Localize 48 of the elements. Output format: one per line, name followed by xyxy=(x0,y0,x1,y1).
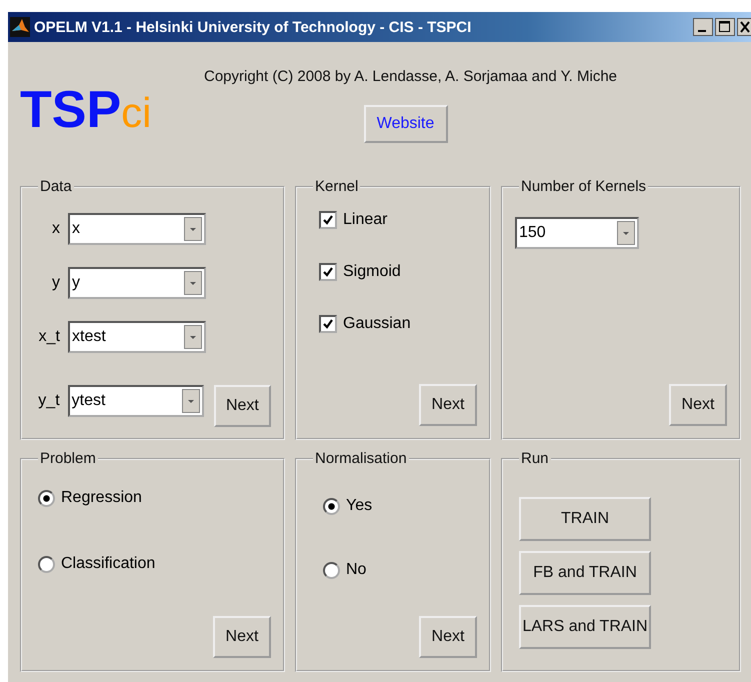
panel-title: Data xyxy=(39,178,73,195)
copyright-text: Copyright (C) 2008 by A. Lendasse, A. Sorjamaa and Y. Miche xyxy=(204,68,618,85)
maximize-icon[interactable] xyxy=(715,18,735,36)
checkbox[interactable] xyxy=(319,263,337,281)
close-icon[interactable] xyxy=(737,18,751,36)
next-button[interactable]: Next xyxy=(669,384,727,426)
window-title: OPELM V1.1 - Helsinki University of Technology - CIS - TSPCI xyxy=(34,18,472,36)
field-label: y_t xyxy=(37,392,60,410)
radio-button[interactable] xyxy=(323,498,340,514)
panel-title: Problem xyxy=(39,450,97,467)
panel-title: Run xyxy=(520,450,550,467)
radio-button[interactable] xyxy=(38,490,55,506)
panel-title: Number of Kernels xyxy=(520,178,648,195)
next-button[interactable]: Next xyxy=(214,385,272,427)
field-label: x xyxy=(51,220,60,238)
peak-icon xyxy=(10,17,30,37)
next-button[interactable]: Next xyxy=(419,616,477,658)
checkbox-label: Gaussian xyxy=(343,315,411,333)
minimize-icon[interactable] xyxy=(693,18,713,36)
dropdown[interactable]: x xyxy=(68,213,206,245)
dropdown[interactable]: y xyxy=(68,267,206,299)
checkmark-icon xyxy=(322,266,334,278)
radio-label: Regression xyxy=(61,489,142,507)
checkbox-label: Sigmoid xyxy=(343,263,401,281)
next-button[interactable]: Next xyxy=(419,384,477,426)
radio-button[interactable] xyxy=(323,562,340,578)
radio-button[interactable] xyxy=(38,556,55,572)
radio-label: Classification xyxy=(61,555,156,573)
checkbox-label: Linear xyxy=(343,211,388,229)
panel-title: Normalisation xyxy=(314,450,408,467)
train-button[interactable]: LARS and TRAIN xyxy=(519,605,651,649)
train-button[interactable]: FB and TRAIN xyxy=(519,551,651,595)
checkmark-icon xyxy=(322,214,334,226)
field-label: x_t xyxy=(38,328,60,346)
dropdown[interactable]: xtest xyxy=(68,321,206,353)
logo: TSPci xyxy=(20,80,152,140)
next-button[interactable]: Next xyxy=(213,616,271,658)
radio-label: Yes xyxy=(346,497,372,515)
checkbox[interactable] xyxy=(319,315,337,333)
dropdown[interactable]: ytest xyxy=(68,385,204,417)
checkbox[interactable] xyxy=(319,211,337,229)
checkmark-icon xyxy=(322,318,334,330)
dropdown[interactable]: 150 xyxy=(515,217,639,249)
panel-title: Kernel xyxy=(314,178,360,195)
field-label: y xyxy=(51,274,60,292)
train-button[interactable]: TRAIN xyxy=(519,497,651,541)
website-button[interactable]: Website xyxy=(364,105,448,143)
radio-label: No xyxy=(346,561,366,579)
